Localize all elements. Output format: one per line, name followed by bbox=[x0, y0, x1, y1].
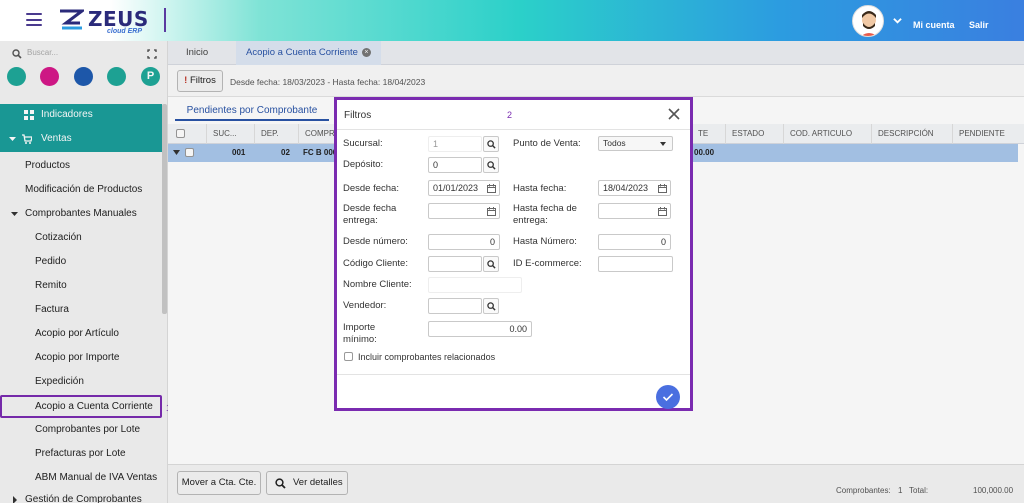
search-icon bbox=[487, 140, 496, 149]
nombre-cliente-field bbox=[428, 277, 522, 293]
id-ecommerce-label: ID E-commerce: bbox=[513, 258, 582, 269]
confirm-button[interactable] bbox=[656, 385, 680, 409]
sucursal-search-button[interactable] bbox=[483, 136, 499, 152]
check-icon bbox=[662, 393, 674, 402]
brand-subtitle: cloud ERP bbox=[107, 28, 143, 35]
calendar-icon[interactable] bbox=[658, 184, 667, 193]
desde-entrega-label: Desde fecha entrega: bbox=[343, 203, 396, 227]
hasta-numero-input[interactable]: 0 bbox=[598, 234, 671, 250]
deposito-value: 0 bbox=[433, 160, 439, 170]
vendedor-label: Vendedor: bbox=[343, 300, 387, 311]
calendar-icon[interactable] bbox=[658, 207, 667, 216]
hasta-entrega-label-line1: Hasta fecha de bbox=[513, 203, 577, 214]
desde-fecha-input[interactable]: 01/01/2023 bbox=[428, 180, 500, 196]
search-icon bbox=[487, 260, 496, 269]
vendedor-input[interactable] bbox=[428, 298, 482, 314]
chevron-down-icon bbox=[660, 142, 666, 146]
zeus-logo[interactable]: ZEUS cloud ERP bbox=[58, 6, 153, 36]
id-ecommerce-input[interactable] bbox=[598, 256, 673, 272]
importe-label-line2: mínimo: bbox=[343, 334, 377, 345]
importe-minimo-label: Importe mínimo: bbox=[343, 322, 377, 346]
deposito-label: Depósito: bbox=[343, 159, 384, 170]
user-avatar[interactable] bbox=[852, 5, 884, 37]
deposito-input[interactable]: 0 bbox=[428, 157, 482, 173]
calendar-icon[interactable] bbox=[487, 207, 496, 216]
deposito-search-button[interactable] bbox=[483, 157, 499, 173]
punto-venta-value: Todos bbox=[603, 138, 626, 148]
search-icon bbox=[487, 302, 496, 311]
codigo-cliente-label: Código Cliente: bbox=[343, 258, 408, 269]
hamburger-menu-icon[interactable] bbox=[26, 13, 42, 26]
hasta-numero-label: Hasta Número: bbox=[513, 236, 577, 247]
close-icon[interactable] bbox=[667, 107, 681, 121]
hasta-entrega-label-line2: entrega: bbox=[513, 215, 548, 226]
app-header: ZEUS cloud ERP Mi cuenta Salir bbox=[0, 0, 1024, 41]
desde-fecha-value: 01/01/2023 bbox=[433, 183, 479, 193]
punto-venta-select[interactable]: Todos bbox=[598, 136, 673, 151]
vendedor-search-button[interactable] bbox=[483, 298, 499, 314]
desde-numero-value: 0 bbox=[489, 237, 495, 247]
my-account-link[interactable]: Mi cuenta bbox=[913, 20, 955, 30]
punto-venta-label: Punto de Venta: bbox=[513, 138, 581, 149]
hasta-fecha-input[interactable]: 18/04/2023 bbox=[598, 180, 671, 196]
hasta-fecha-value: 18/04/2023 bbox=[603, 183, 649, 193]
user-avatar-icon bbox=[861, 11, 877, 36]
sucursal-label: Sucursal: bbox=[343, 138, 383, 149]
dialog-title: Filtros bbox=[344, 110, 372, 121]
filters-dialog: Filtros 2 Sucursal: 1 Punto de Venta: To… bbox=[334, 97, 693, 411]
zeus-logo-mark-icon bbox=[60, 9, 84, 30]
dialog-header: Filtros 2 bbox=[337, 100, 690, 130]
chevron-down-icon[interactable] bbox=[893, 16, 902, 25]
codigo-cliente-search-button[interactable] bbox=[483, 256, 499, 272]
calendar-icon[interactable] bbox=[487, 184, 496, 193]
logout-link[interactable]: Salir bbox=[969, 20, 989, 30]
hasta-numero-value: 0 bbox=[660, 237, 666, 247]
sucursal-input[interactable]: 1 bbox=[428, 136, 482, 152]
codigo-cliente-input[interactable] bbox=[428, 256, 482, 272]
search-icon bbox=[487, 161, 496, 170]
annotation-marker-2: 2 bbox=[507, 110, 513, 120]
hasta-entrega-label: Hasta fecha de entrega: bbox=[513, 203, 577, 227]
sucursal-value: 1 bbox=[433, 139, 439, 149]
hasta-fecha-label: Hasta fecha: bbox=[513, 183, 567, 194]
desde-fecha-label: Desde fecha: bbox=[343, 183, 399, 194]
desde-entrega-input[interactable] bbox=[428, 203, 500, 219]
header-divider bbox=[164, 8, 166, 32]
desde-entrega-label-line1: Desde fecha bbox=[343, 203, 397, 214]
desde-entrega-label-line2: entrega: bbox=[343, 215, 378, 226]
nombre-cliente-label: Nombre Cliente: bbox=[343, 279, 412, 290]
incluir-relacionados-label: Incluir comprobantes relacionados bbox=[358, 352, 496, 362]
dialog-footer bbox=[337, 374, 690, 408]
importe-minimo-value: 0.00 bbox=[509, 324, 527, 334]
hasta-entrega-input[interactable] bbox=[598, 203, 671, 219]
incluir-relacionados-checkbox[interactable] bbox=[344, 352, 353, 361]
importe-minimo-input[interactable]: 0.00 bbox=[428, 321, 532, 337]
desde-numero-label: Desde número: bbox=[343, 236, 408, 247]
importe-label-line1: Importe bbox=[343, 322, 376, 333]
desde-numero-input[interactable]: 0 bbox=[428, 234, 500, 250]
